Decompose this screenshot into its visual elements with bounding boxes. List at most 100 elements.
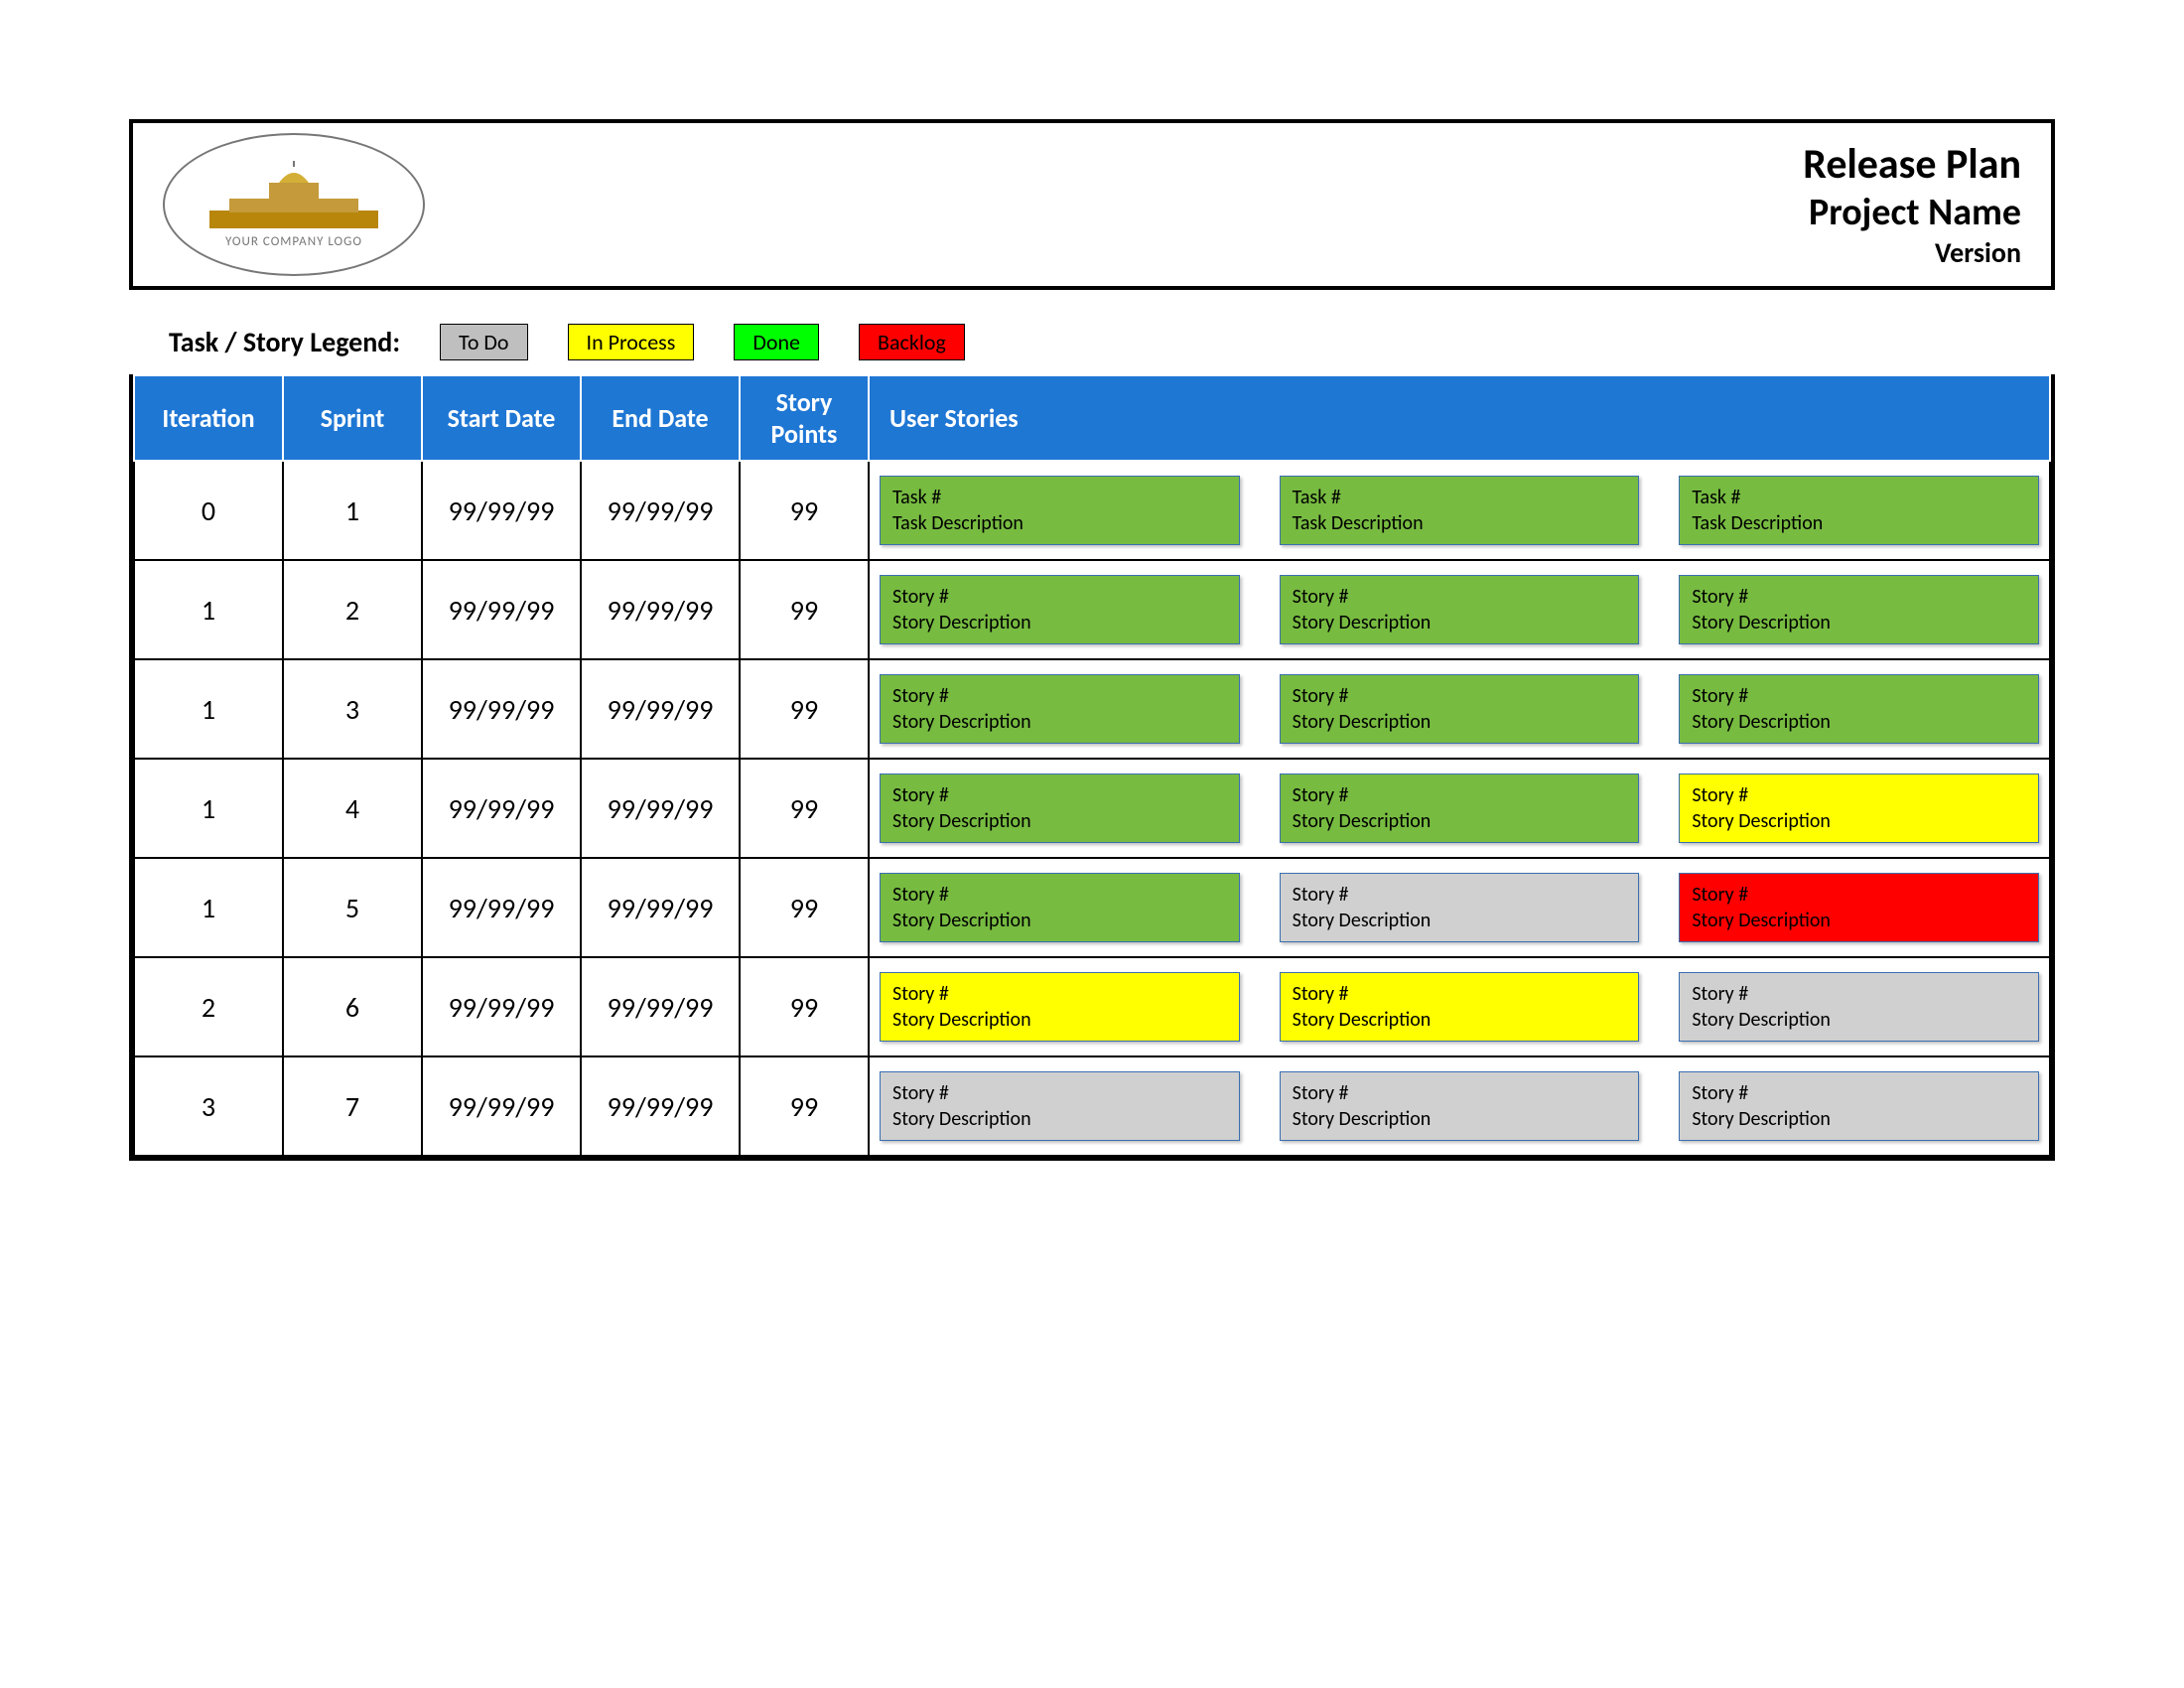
cell-start: 99/99/99 — [422, 560, 581, 659]
table-row: 1499/99/9999/99/9999Story #Story Descrip… — [134, 759, 2050, 858]
cell-start: 99/99/99 — [422, 659, 581, 759]
card-id: Story # — [892, 1080, 1227, 1106]
cell-user-stories: Story #Story DescriptionStory #Story Des… — [869, 659, 2050, 759]
story-card: Task #Task Description — [1679, 476, 2039, 545]
cell-points: 99 — [740, 858, 869, 957]
card-description: Story Description — [1692, 1106, 2026, 1132]
card-id: Story # — [1692, 882, 2026, 908]
cell-points: 99 — [740, 659, 869, 759]
table-row: 2699/99/9999/99/9999Story #Story Descrip… — [134, 957, 2050, 1056]
story-card: Story #Story Description — [1280, 1071, 1640, 1141]
story-card: Story #Story Description — [880, 873, 1240, 942]
legend-chip-inprocess: In Process — [568, 324, 695, 360]
cell-end: 99/99/99 — [581, 659, 740, 759]
card-id: Story # — [892, 981, 1227, 1007]
company-logo: YOUR COMPANY LOGO — [163, 133, 425, 276]
story-card: Story #Story Description — [1679, 575, 2039, 644]
cell-end: 99/99/99 — [581, 1056, 740, 1156]
card-description: Story Description — [1692, 709, 2026, 735]
card-description: Story Description — [1293, 1007, 1627, 1033]
cell-iteration: 0 — [134, 461, 283, 560]
cell-start: 99/99/99 — [422, 759, 581, 858]
table-row: 1599/99/9999/99/9999Story #Story Descrip… — [134, 858, 2050, 957]
cell-start: 99/99/99 — [422, 461, 581, 560]
card-id: Story # — [1692, 584, 2026, 610]
card-id: Story # — [1692, 683, 2026, 709]
card-description: Story Description — [892, 808, 1227, 834]
col-start-date: Start Date — [422, 375, 581, 461]
cell-sprint: 3 — [283, 659, 422, 759]
card-id: Story # — [892, 683, 1227, 709]
story-card: Story #Story Description — [880, 1071, 1240, 1141]
cell-end: 99/99/99 — [581, 461, 740, 560]
title-release-plan: Release Plan — [1803, 139, 2021, 190]
cell-start: 99/99/99 — [422, 957, 581, 1056]
cell-points: 99 — [740, 1056, 869, 1156]
cell-user-stories: Story #Story DescriptionStory #Story Des… — [869, 858, 2050, 957]
cell-end: 99/99/99 — [581, 858, 740, 957]
card-description: Story Description — [1293, 808, 1627, 834]
cell-points: 99 — [740, 759, 869, 858]
cell-iteration: 1 — [134, 560, 283, 659]
cell-end: 99/99/99 — [581, 759, 740, 858]
card-id: Story # — [892, 882, 1227, 908]
story-card: Story #Story Description — [1679, 774, 2039, 843]
col-user-stories: User Stories — [869, 375, 2050, 461]
story-card: Story #Story Description — [1280, 575, 1640, 644]
card-id: Story # — [1293, 683, 1627, 709]
cell-user-stories: Story #Story DescriptionStory #Story Des… — [869, 759, 2050, 858]
card-id: Story # — [1293, 1080, 1627, 1106]
card-description: Story Description — [892, 610, 1227, 635]
cell-sprint: 7 — [283, 1056, 422, 1156]
legend-chip-todo: To Do — [440, 324, 527, 360]
cell-end: 99/99/99 — [581, 957, 740, 1056]
cell-points: 99 — [740, 957, 869, 1056]
card-description: Story Description — [892, 1007, 1227, 1033]
story-card: Story #Story Description — [880, 575, 1240, 644]
story-card: Story #Story Description — [1280, 972, 1640, 1042]
card-id: Story # — [1293, 584, 1627, 610]
cell-sprint: 2 — [283, 560, 422, 659]
cell-iteration: 3 — [134, 1056, 283, 1156]
cell-points: 99 — [740, 461, 869, 560]
card-id: Story # — [1293, 882, 1627, 908]
story-card: Story #Story Description — [1679, 873, 2039, 942]
legend-chip-done: Done — [734, 324, 819, 360]
legend-label: Task / Story Legend: — [169, 325, 400, 359]
release-table: Iteration Sprint Start Date End Date Sto… — [133, 374, 2051, 1157]
cell-points: 99 — [740, 560, 869, 659]
table-row: 1399/99/9999/99/9999Story #Story Descrip… — [134, 659, 2050, 759]
card-description: Story Description — [1293, 610, 1627, 635]
cell-user-stories: Story #Story DescriptionStory #Story Des… — [869, 560, 2050, 659]
header-titles: Release Plan Project Name Version — [1803, 139, 2021, 270]
card-id: Story # — [1293, 981, 1627, 1007]
card-id: Task # — [1692, 485, 2026, 510]
story-card: Story #Story Description — [1679, 972, 2039, 1042]
story-card: Story #Story Description — [880, 972, 1240, 1042]
legend-row: Task / Story Legend: To Do In Process Do… — [129, 310, 2055, 374]
card-description: Story Description — [1692, 610, 2026, 635]
cell-iteration: 1 — [134, 858, 283, 957]
col-sprint: Sprint — [283, 375, 422, 461]
title-project-name: Project Name — [1803, 190, 2021, 235]
card-id: Task # — [1293, 485, 1627, 510]
card-description: Story Description — [892, 908, 1227, 933]
card-description: Story Description — [1293, 908, 1627, 933]
cell-sprint: 5 — [283, 858, 422, 957]
table-row: 0199/99/9999/99/9999Task #Task Descripti… — [134, 461, 2050, 560]
title-version: Version — [1803, 235, 2021, 270]
card-description: Task Description — [1692, 510, 2026, 536]
story-card: Story #Story Description — [1679, 674, 2039, 744]
card-id: Story # — [1692, 1080, 2026, 1106]
card-description: Story Description — [1293, 709, 1627, 735]
table-row: 1299/99/9999/99/9999Story #Story Descrip… — [134, 560, 2050, 659]
logo-caption: YOUR COMPANY LOGO — [225, 234, 362, 249]
cell-end: 99/99/99 — [581, 560, 740, 659]
card-description: Task Description — [892, 510, 1227, 536]
card-description: Story Description — [892, 709, 1227, 735]
cell-user-stories: Task #Task DescriptionTask #Task Descrip… — [869, 461, 2050, 560]
capitol-icon — [209, 161, 378, 230]
card-description: Story Description — [1692, 1007, 2026, 1033]
col-story-points: Story Points — [740, 375, 869, 461]
cell-iteration: 1 — [134, 659, 283, 759]
